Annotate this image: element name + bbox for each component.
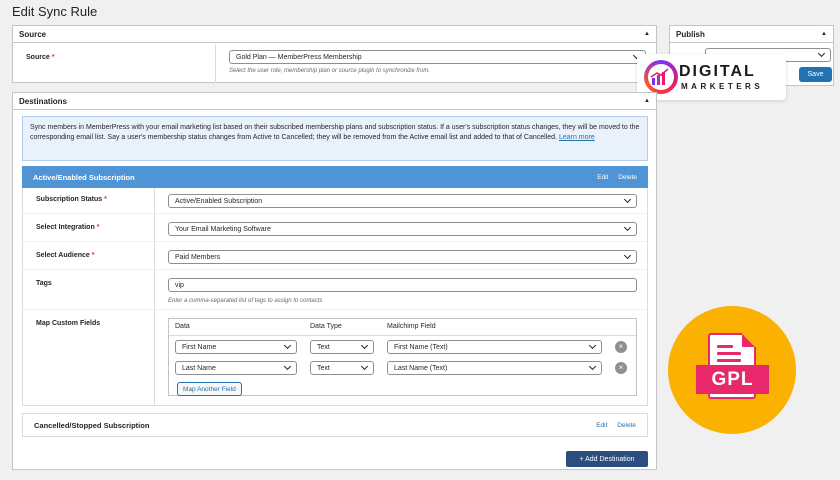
chevron-down-icon: [283, 362, 292, 371]
divider: [23, 213, 647, 214]
edit-link[interactable]: Edit: [596, 422, 607, 429]
divider: [23, 309, 647, 310]
divider: [169, 335, 636, 336]
destinations-panel: Destinations ▲ Sync members in MemberPre…: [12, 92, 657, 470]
mailchimp-field-select[interactable]: First Name (Text): [387, 340, 602, 354]
digital-marketers-logo: DIGITAL MARKETERS: [637, 54, 786, 100]
info-text: Sync members in MemberPress with your em…: [30, 124, 640, 141]
chevron-down-icon: [817, 49, 826, 58]
chevron-down-icon: [623, 251, 632, 260]
source-panel: Source ▲ Source * Gold Plan — MemberPres…: [12, 25, 657, 83]
destinations-panel-title: Destinations: [19, 96, 68, 106]
active-subscription-title: Active/Enabled Subscription: [33, 172, 135, 182]
data-type-select[interactable]: Text: [310, 340, 374, 354]
collapse-caret-icon[interactable]: ▲: [644, 98, 650, 104]
source-label: Source *: [26, 54, 55, 61]
subscription-status-select[interactable]: Active/Enabled Subscription: [168, 194, 637, 208]
remove-row-icon[interactable]: ×: [615, 341, 627, 353]
source-help-text: Select the user role, membership plan or…: [229, 68, 431, 74]
info-notice: Sync members in MemberPress with your em…: [22, 116, 648, 161]
active-subscription-body: Subscription Status * Active/Enabled Sub…: [22, 188, 648, 406]
destinations-panel-header[interactable]: Destinations ▲: [13, 93, 656, 110]
tags-help-text: Enter a comma-separated list of tags to …: [168, 298, 323, 304]
divider: [23, 241, 647, 242]
tags-input[interactable]: vip: [168, 278, 637, 292]
integration-select[interactable]: Your Email Marketing Software: [168, 222, 637, 236]
source-panel-title: Source: [19, 29, 47, 39]
chevron-down-icon: [360, 341, 369, 350]
collapse-caret-icon[interactable]: ▲: [821, 31, 827, 37]
gpl-label: GPL: [696, 365, 769, 394]
custom-fields-table: Data Data Type Mailchimp Field First Nam…: [168, 318, 637, 396]
add-destination-button[interactable]: + Add Destination: [566, 451, 648, 467]
collapse-caret-icon[interactable]: ▲: [644, 31, 650, 37]
audience-select[interactable]: Paid Members: [168, 250, 637, 264]
mailchimp-field-select[interactable]: Last Name (Text): [387, 361, 602, 375]
divider: [154, 188, 155, 405]
active-subscription-header[interactable]: Active/Enabled Subscription Edit Delete: [22, 166, 648, 188]
delete-link[interactable]: Delete: [617, 422, 636, 429]
logo-title: DIGITAL: [679, 63, 756, 80]
source-panel-header[interactable]: Source ▲: [13, 26, 656, 43]
column-header: Data: [175, 323, 190, 330]
chevron-down-icon: [283, 341, 292, 350]
chevron-down-icon: [623, 195, 632, 204]
chevron-down-icon: [360, 362, 369, 371]
delete-link[interactable]: Delete: [618, 174, 637, 181]
divider: [215, 44, 216, 83]
integration-label: Select Integration *: [36, 224, 100, 231]
divider: [23, 269, 647, 270]
data-type-select[interactable]: Text: [310, 361, 374, 375]
chevron-down-icon: [623, 223, 632, 232]
data-select[interactable]: Last Name: [175, 361, 297, 375]
learn-more-link[interactable]: Learn more: [559, 134, 595, 141]
gpl-badge: GPL: [668, 306, 796, 434]
cancelled-subscription-header[interactable]: Cancelled/Stopped Subscription Edit Dele…: [22, 413, 648, 437]
tags-label: Tags: [36, 280, 52, 287]
column-header: Data Type: [310, 323, 342, 330]
data-select[interactable]: First Name: [175, 340, 297, 354]
chevron-down-icon: [588, 362, 597, 371]
chevron-down-icon: [588, 341, 597, 350]
logo-mark-icon: [644, 60, 678, 94]
page-title: Edit Sync Rule: [12, 4, 98, 19]
subscription-status-label: Subscription Status *: [36, 196, 107, 203]
remove-row-icon[interactable]: ×: [615, 362, 627, 374]
save-button[interactable]: Save: [799, 67, 832, 82]
source-select[interactable]: Gold Plan — MemberPress Membership: [229, 50, 646, 64]
publish-panel-title: Publish: [676, 29, 705, 39]
audience-label: Select Audience *: [36, 252, 95, 259]
publish-panel-header[interactable]: Publish ▲: [670, 26, 833, 43]
edit-link[interactable]: Edit: [597, 174, 608, 181]
custom-fields-label: Map Custom Fields: [36, 320, 101, 327]
map-another-field-button[interactable]: Map Another Field: [177, 382, 242, 396]
column-header: Mailchimp Field: [387, 323, 436, 330]
logo-subtitle: MARKETERS: [681, 82, 764, 91]
cancelled-subscription-title: Cancelled/Stopped Subscription: [34, 420, 150, 430]
